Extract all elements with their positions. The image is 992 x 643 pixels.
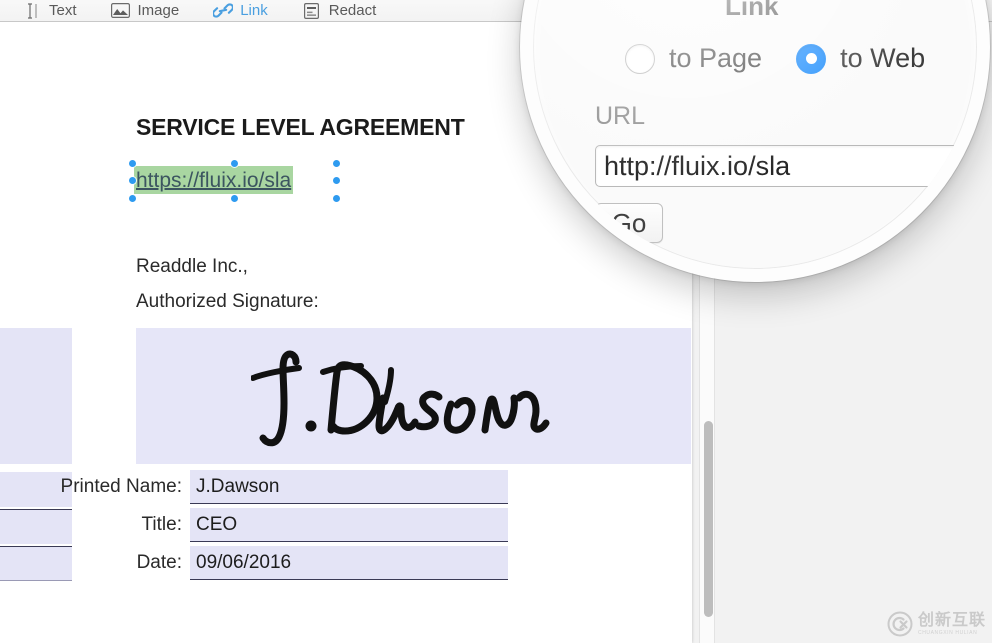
toolbar-item-text-label: Text: [49, 2, 77, 19]
form-row-title: Title: CEO: [10, 508, 508, 542]
title-value[interactable]: CEO: [190, 508, 508, 542]
resize-handle-bottom-right[interactable]: [333, 195, 340, 202]
link-popover: Link to Page to Web URL http://fluix.io/…: [533, 0, 977, 269]
toolbar-item-redact[interactable]: Redact: [302, 2, 377, 21]
form-row-printed-name: Printed Name: J.Dawson: [10, 470, 508, 504]
toolbar-item-image[interactable]: Image: [111, 2, 180, 21]
radio-option-to-page[interactable]: to Page: [625, 43, 762, 74]
link-annotation-text[interactable]: https://fluix.io/sla: [134, 166, 294, 194]
toolbar-item-image-label: Image: [137, 2, 180, 19]
radio-to-page-icon[interactable]: [625, 43, 655, 74]
date-value[interactable]: 09/06/2016: [190, 546, 508, 580]
url-label: URL: [595, 102, 646, 130]
radio-to-page-label: to Page: [669, 43, 763, 73]
signature-ink: [251, 350, 550, 447]
radio-to-web-label: to Web: [840, 43, 926, 73]
form-row-date: Date: 09/06/2016: [10, 546, 508, 580]
radio-option-to-web[interactable]: to Web: [796, 43, 925, 74]
title-label: Title:: [141, 514, 182, 535]
resize-handle-bottom-center[interactable]: [231, 195, 238, 202]
url-input[interactable]: http://fluix.io/sla: [595, 145, 977, 187]
magnifier-lens: Link to Page to Web URL http://fluix.io/…: [520, 0, 990, 282]
toolbar-item-link-label: Link: [240, 2, 268, 19]
left-clipped-field-1[interactable]: [0, 328, 72, 464]
resize-handle-middle-left[interactable]: [129, 177, 136, 184]
link-popover-title: Link: [725, 0, 779, 21]
toolbar-item-link[interactable]: Link: [213, 2, 268, 21]
link-icon: [213, 3, 234, 19]
radio-to-web-icon[interactable]: [796, 43, 827, 74]
company-line: Readdle Inc.,: [136, 256, 248, 277]
link-target-radio-group: to Page to Web: [625, 43, 925, 74]
image-icon: [111, 3, 131, 19]
app-window: Text Image Link Redact SERVICE LEVEL AGR…: [0, 0, 992, 643]
signature-field[interactable]: [136, 328, 691, 464]
watermark: 创新互联 CHUANGXIN HULIAN: [887, 611, 986, 637]
resize-handle-middle-right[interactable]: [333, 177, 340, 184]
page-title: SERVICE LEVEL AGREEMENT: [136, 114, 465, 140]
go-button[interactable]: Go: [595, 203, 663, 243]
date-label: Date:: [136, 552, 182, 573]
resize-handle-top-left[interactable]: [129, 160, 136, 167]
resize-handle-top-right[interactable]: [333, 160, 340, 167]
printed-name-label: Printed Name:: [60, 476, 182, 497]
watermark-text: 创新互联 CHUANGXIN HULIAN: [917, 611, 986, 636]
authorized-signature-label: Authorized Signature:: [136, 291, 319, 312]
watermark-en: CHUANGXIN HULIAN: [917, 629, 978, 636]
resize-handle-top-center[interactable]: [231, 160, 238, 167]
resize-handle-bottom-left[interactable]: [129, 195, 136, 202]
vertical-scrollbar-thumb[interactable]: [704, 421, 713, 617]
printed-name-value[interactable]: J.Dawson: [190, 470, 508, 504]
toolbar-item-redact-label: Redact: [328, 2, 377, 19]
text-cursor-icon: [22, 2, 42, 19]
link-annotation-object[interactable]: https://fluix.io/sla: [129, 160, 340, 202]
redact-icon: [302, 2, 322, 19]
watermark-logo-icon: [887, 611, 913, 637]
watermark-cn: 创新互联: [917, 611, 986, 629]
toolbar-item-text[interactable]: Text: [22, 2, 77, 21]
